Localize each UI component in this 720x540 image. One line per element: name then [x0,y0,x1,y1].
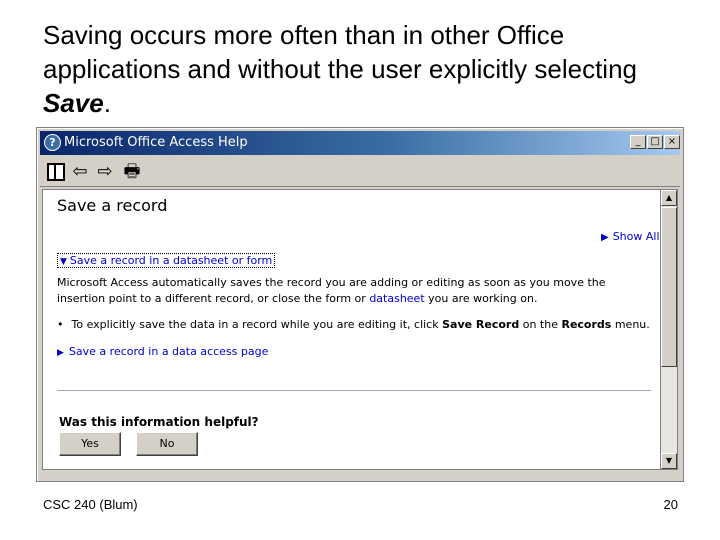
bullet-text-start: To explicitly save the data in a record … [71,318,443,331]
triangle-right-icon: ▶ [601,232,609,243]
yes-button[interactable]: Yes [59,432,121,456]
no-button[interactable]: No [136,432,198,456]
triangle-down-icon: ▼ [60,257,67,267]
bullet-text-end: menu. [611,318,650,331]
scroll-down-button[interactable]: ▼ [661,453,677,469]
slide-footer-course: CSC 240 (Blum) [43,497,138,512]
vertical-scrollbar[interactable]: ▲ ▼ [660,189,678,470]
minimize-button[interactable]: _ [630,135,646,149]
window-title: Microsoft Office Access Help [64,135,248,150]
expand-section-link[interactable]: ▼ Save a record in a datasheet or form [57,253,276,268]
records-menu-name: Records [561,318,612,331]
show-all-label: Show All [612,230,660,243]
paragraph-text-end: you are working on. [424,292,538,305]
related-topic-label: Save a record in a data access page [68,345,269,358]
help-content-pane: Save a record ▶ Show All ▼ Save a record i… [42,189,661,470]
printer-icon: 🖶 [123,161,141,182]
help-toolbar: ⇦ ⇨ 🖶 [40,157,680,187]
slide-title-period: . [103,88,111,118]
instruction-bullet: • To explicitly save the data in a record… [57,318,650,331]
help-question-icon: ? [44,134,61,151]
expand-section-label: Save a record in a datasheet or form [69,254,273,267]
window-titlebar[interactable]: ? Microsoft Office Access Help _ □ × [40,131,680,155]
slide-page-number: 20 [663,497,678,512]
hide-pane-icon [47,163,65,181]
slide-title-emphasis: Save [43,88,104,118]
bullet-text-mid: on the [519,318,562,331]
back-arrow-icon: ⇦ [72,161,88,182]
slide-title: Saving occurs more often than in other O… [43,18,683,120]
hide-pane-button[interactable] [43,161,67,183]
close-button[interactable]: × [664,135,680,149]
triangle-right-icon: ▶ [57,348,64,358]
forward-arrow-icon: ⇨ [97,161,113,182]
forward-button[interactable]: ⇨ [93,161,117,183]
help-window: ? Microsoft Office Access Help _ □ × ⇦ ⇨… [36,127,684,482]
datasheet-link[interactable]: datasheet [369,292,424,305]
related-topic-link[interactable]: ▶ Save a record in a data access page [57,345,268,358]
scroll-thumb[interactable] [661,207,677,367]
description-paragraph: Microsoft Access automatically saves the… [57,275,647,307]
slide-title-text: Saving occurs more often than in other O… [43,20,638,84]
save-record-command: Save Record [442,318,520,331]
print-button[interactable]: 🖶 [120,161,144,183]
back-button[interactable]: ⇦ [68,161,92,183]
divider [57,390,651,391]
scroll-up-button[interactable]: ▲ [661,190,677,206]
show-all-link[interactable]: ▶ Show All [601,230,660,243]
bullet-icon: • [57,318,64,331]
feedback-question: Was this information helpful? [59,415,259,429]
maximize-button[interactable]: □ [647,135,663,149]
topic-title: Save a record [57,196,168,215]
